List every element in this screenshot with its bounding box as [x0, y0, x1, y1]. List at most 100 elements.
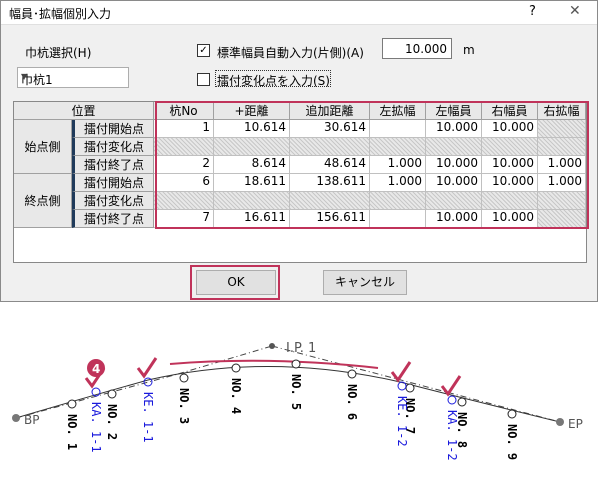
change-point-checkbox[interactable]	[197, 73, 210, 86]
col-header[interactable]: +距離	[214, 102, 290, 120]
row-position: 擂付変化点	[72, 138, 154, 156]
grid-cell-lwid[interactable]	[426, 192, 482, 210]
station-label: NO. 6	[345, 384, 359, 420]
grid-cell-plus[interactable]: 16.611	[214, 210, 290, 228]
grid-cell-add[interactable]	[290, 138, 370, 156]
station-label: NO. 5	[289, 374, 303, 410]
close-button[interactable]: ✕	[569, 3, 581, 19]
station-marker	[457, 397, 467, 407]
grid-cell-no[interactable]: 1	[154, 120, 214, 138]
station-marker	[67, 399, 77, 409]
row-position: 擂付終了点	[72, 156, 154, 174]
grid-cell-lw[interactable]	[370, 192, 426, 210]
col-header[interactable]: 杭No	[154, 102, 214, 120]
grid-cell-plus[interactable]	[214, 138, 290, 156]
grid-cell-lw[interactable]	[370, 120, 426, 138]
station-marker	[291, 359, 301, 369]
col-header[interactable]: 右拡幅	[538, 102, 586, 120]
col-header[interactable]: 追加距離	[290, 102, 370, 120]
station-label: NO. 1	[65, 414, 79, 450]
grid-cell-add[interactable]	[290, 192, 370, 210]
grid-cell-lwid[interactable]: 10.000	[426, 120, 482, 138]
width-input-dialog: 幅員･拡幅個別入力 ? ✕ 巾杭選択(H) 巾杭1 ▼ ✓ 標準幅員自動入力(片…	[0, 0, 598, 302]
help-button[interactable]: ?	[529, 4, 536, 19]
grid-cell-lw[interactable]	[370, 210, 426, 228]
col-header[interactable]: 左幅員	[426, 102, 482, 120]
ip-label: I.P. 1	[286, 341, 316, 356]
grid-cell-plus[interactable]: 10.614	[214, 120, 290, 138]
bp-point	[12, 414, 20, 422]
grid-cell-rwid[interactable]	[482, 192, 538, 210]
curve-point-label: KA. 1-2	[445, 410, 459, 461]
grid-cell-rw[interactable]	[538, 120, 586, 138]
bp-label: BP	[24, 413, 39, 427]
chevron-down-icon: ▼	[21, 72, 28, 81]
col-header[interactable]: 左拡幅	[370, 102, 426, 120]
group-start: 始点側	[14, 120, 72, 174]
grid-cell-rwid[interactable]: 10.000	[482, 210, 538, 228]
grid-cell-no[interactable]: 2	[154, 156, 214, 174]
grid-cell-add[interactable]: 156.611	[290, 210, 370, 228]
station-marker	[179, 373, 189, 383]
curve-point-label: KE. 1-1	[141, 392, 155, 443]
change-point-label: 擂付変化点を入力(S)	[217, 74, 330, 88]
station-marker	[507, 409, 517, 419]
width-grid: 位置 杭No +距離 追加距離 左拡幅 左幅員 右幅員 右拡幅 始点側 終点側 擂付開始点 1…	[13, 101, 587, 263]
cancel-button[interactable]: キャンセル	[323, 270, 407, 295]
ok-button[interactable]: OK	[196, 270, 276, 295]
grid-cell-plus[interactable]: 8.614	[214, 156, 290, 174]
grid-cell-add[interactable]: 138.611	[290, 174, 370, 192]
grid-cell-lwid[interactable]	[426, 138, 482, 156]
ep-label: EP	[568, 417, 583, 431]
grid-cell-lwid[interactable]: 10.000	[426, 210, 482, 228]
dialog-title: 幅員･拡幅個別入力	[9, 7, 112, 21]
col-header[interactable]: 右幅員	[482, 102, 538, 120]
grid-cell-lw[interactable]	[370, 138, 426, 156]
grid-cell-lw[interactable]: 1.000	[370, 156, 426, 174]
grid-cell-rw[interactable]	[538, 210, 586, 228]
grid-cell-no[interactable]: 6	[154, 174, 214, 192]
group-end: 終点側	[14, 174, 72, 228]
grid-cell-rwid[interactable]: 10.000	[482, 156, 538, 174]
row-position: 擂付開始点	[72, 174, 154, 192]
auto-width-label: 標準幅員自動入力(片側)(A)	[217, 46, 364, 60]
grid-cell-rw[interactable]: 1.000	[538, 174, 586, 192]
grid-cell-rwid[interactable]: 10.000	[482, 174, 538, 192]
curve-point-label: KA. 1-1	[89, 402, 103, 453]
auto-width-checkbox[interactable]: ✓	[197, 44, 210, 57]
auto-width-input[interactable]: 10.000	[382, 38, 452, 59]
station-marker	[107, 389, 117, 399]
curve-point-marker	[397, 381, 407, 391]
station-label: NO. 9	[505, 424, 519, 460]
station-marker	[347, 369, 357, 379]
grid-cell-plus[interactable]	[214, 192, 290, 210]
grid-cell-no[interactable]	[154, 138, 214, 156]
station-label: NO. 4	[229, 378, 243, 414]
grid-cell-no[interactable]: 7	[154, 210, 214, 228]
auto-width-unit: m	[463, 43, 475, 57]
grid-cell-rw[interactable]: 1.000	[538, 156, 586, 174]
grid-cell-plus[interactable]: 18.611	[214, 174, 290, 192]
grid-cell-rw[interactable]	[538, 138, 586, 156]
row-position: 擂付終了点	[72, 210, 154, 228]
pos-header: 位置	[14, 102, 154, 120]
ep-point	[556, 418, 564, 426]
station-label: NO. 3	[177, 388, 191, 424]
grid-cell-no[interactable]	[154, 192, 214, 210]
grid-cell-rwid[interactable]: 10.000	[482, 120, 538, 138]
curve-point-marker	[143, 377, 153, 387]
check-icon	[390, 361, 412, 383]
station-select[interactable]: 巾杭1 ▼	[17, 67, 129, 88]
step-badge-label: 4	[92, 362, 100, 376]
grid-cell-add[interactable]: 30.614	[290, 120, 370, 138]
grid-cell-add[interactable]: 48.614	[290, 156, 370, 174]
curve-point-marker	[447, 395, 457, 405]
grid-cell-lwid[interactable]: 10.000	[426, 156, 482, 174]
grid-cell-rw[interactable]	[538, 192, 586, 210]
curve-point-label: KE. 1-2	[395, 396, 409, 447]
grid-cell-lwid[interactable]: 10.000	[426, 174, 482, 192]
grid-cell-rwid[interactable]	[482, 138, 538, 156]
grid-cell-lw[interactable]: 1.000	[370, 174, 426, 192]
row-position: 擂付開始点	[72, 120, 154, 138]
row-position: 擂付変化点	[72, 192, 154, 210]
